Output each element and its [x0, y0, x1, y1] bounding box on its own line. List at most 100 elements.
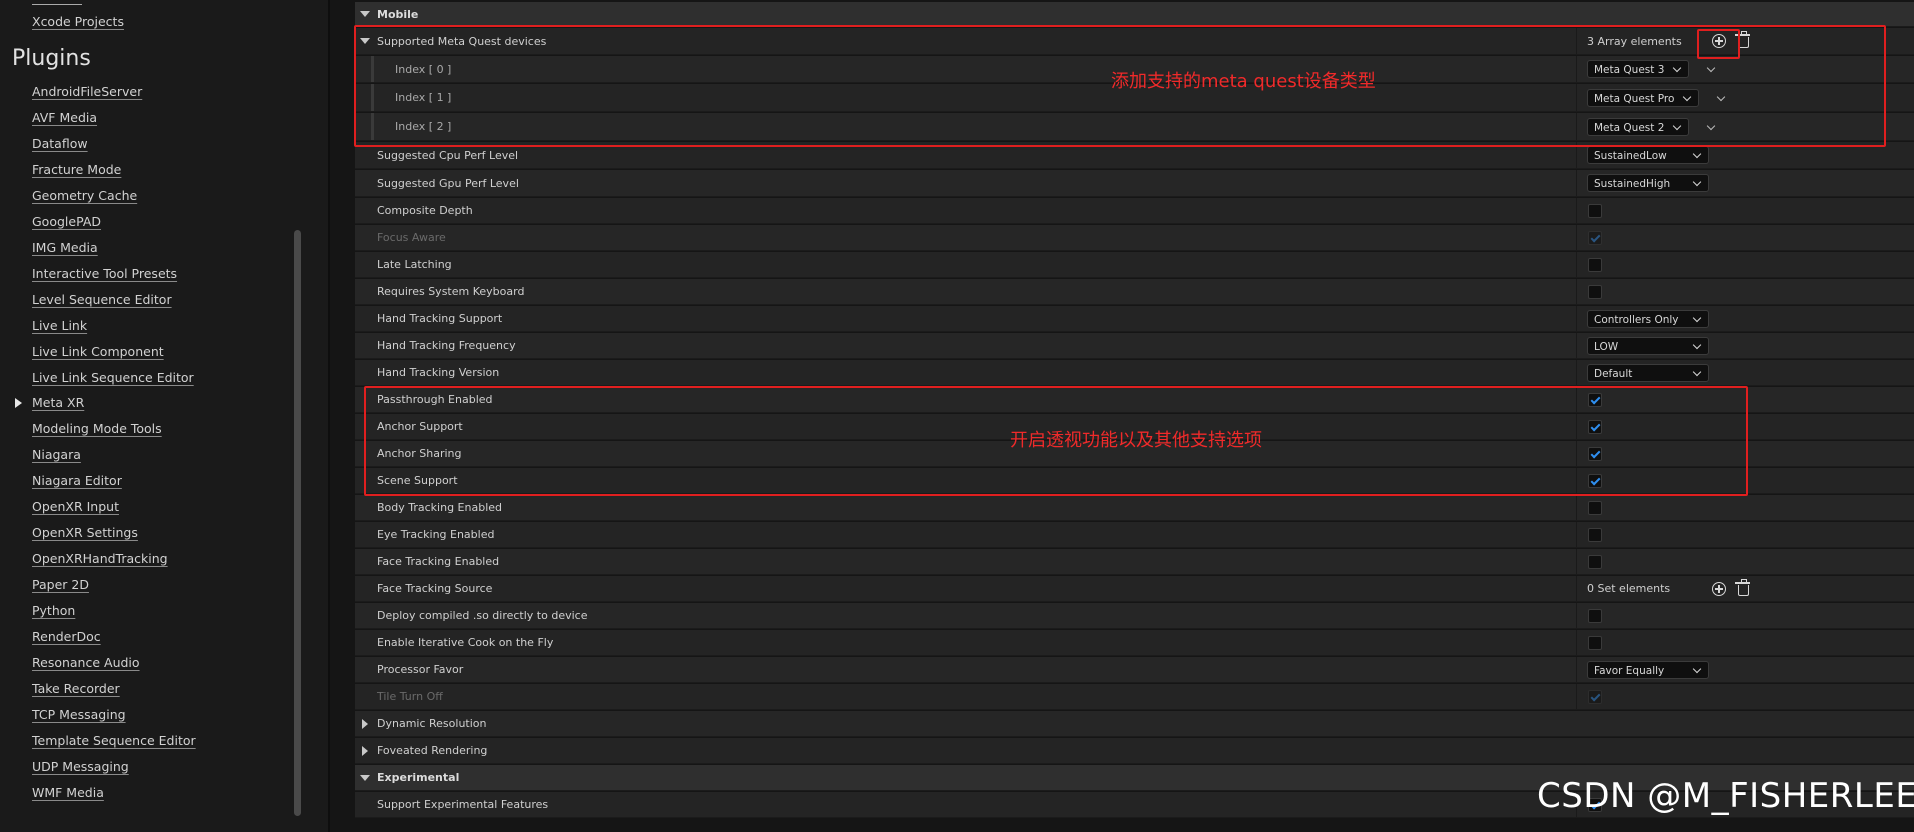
chevron-down-icon	[1692, 664, 1702, 674]
sidebar-item-modeling-mode-tools[interactable]: Modeling Mode Tools	[32, 421, 162, 437]
chevron-down-icon	[1692, 340, 1702, 350]
watermark: CSDN @M_FISHERLEE	[1537, 776, 1914, 816]
sidebar-item-fracture-mode[interactable]: Fracture Mode	[32, 162, 121, 178]
column-divider	[1576, 333, 1577, 358]
eye-tracking-checkbox[interactable]	[1588, 528, 1602, 542]
group-dynamic-resolution[interactable]: Dynamic Resolution	[355, 711, 1914, 737]
row-composite-depth: Composite Depth	[355, 198, 1914, 224]
sidebar-item-openxr-settings[interactable]: OpenXR Settings	[32, 525, 138, 541]
sidebar-item-live-link-component[interactable]: Live Link Component	[32, 344, 164, 360]
sidebar-item-openxrhandtracking[interactable]: OpenXRHandTracking	[32, 551, 168, 567]
section-title: Experimental	[377, 771, 460, 784]
sidebar-item-dataflow[interactable]: Dataflow	[32, 136, 88, 152]
row-label: Support Experimental Features	[377, 798, 549, 811]
sidebar-item-meta-xr[interactable]: Meta XR	[32, 395, 84, 411]
sidebar-item-take-recorder[interactable]: Take Recorder	[32, 681, 120, 697]
row-body-tracking: Body Tracking Enabled	[355, 495, 1914, 521]
sidebar-scrollbar[interactable]	[294, 230, 301, 816]
set-count: 0 Set elements	[1587, 582, 1671, 595]
column-divider	[1576, 252, 1577, 277]
focus-aware-checkbox	[1588, 231, 1602, 245]
sidebar-item-live-link-sequence-editor[interactable]: Live Link Sequence Editor	[32, 370, 194, 386]
sidebar-item-wmf-media[interactable]: WMF Media	[32, 785, 104, 801]
column-divider	[1576, 198, 1577, 223]
face-tracking-checkbox[interactable]	[1588, 555, 1602, 569]
row-gpu-perf: Suggested Gpu Perf Level SustainedHigh	[355, 170, 1914, 197]
section-title: Mobile	[377, 8, 419, 21]
group-foveated-rendering[interactable]: Foveated Rendering	[355, 738, 1914, 764]
cut-off-item	[32, 0, 82, 5]
collapse-arrow-icon[interactable]	[360, 775, 370, 781]
hand-tracking-version-combo[interactable]: Default	[1587, 364, 1709, 382]
column-divider	[1576, 360, 1577, 385]
sidebar-item-udp-messaging[interactable]: UDP Messaging	[32, 759, 129, 775]
chevron-down-icon	[1692, 313, 1702, 323]
processor-favor-combo[interactable]: Favor Equally	[1587, 661, 1709, 679]
hand-tracking-frequency-combo[interactable]: LOW	[1587, 337, 1709, 355]
sidebar-item-renderdoc[interactable]: RenderDoc	[32, 629, 101, 645]
sidebar-item-python[interactable]: Python	[32, 603, 75, 619]
row-deploy-so: Deploy compiled .so directly to device	[355, 603, 1914, 629]
sidebar-item-tcp-messaging[interactable]: TCP Messaging	[32, 707, 126, 723]
sidebar-item-template-sequence-editor[interactable]: Template Sequence Editor	[32, 733, 196, 749]
row-label: Face Tracking Enabled	[377, 555, 500, 568]
row-system-keyboard: Requires System Keyboard	[355, 279, 1914, 305]
sidebar-item-geometry-cache[interactable]: Geometry Cache	[32, 188, 137, 204]
expand-arrow-icon[interactable]	[362, 746, 368, 756]
sidebar-item-niagara-editor[interactable]: Niagara Editor	[32, 473, 122, 489]
combo-value: SustainedLow	[1594, 150, 1667, 162]
sidebar-item-googlepad[interactable]: GooglePAD	[32, 214, 101, 230]
sidebar-item-openxr-input[interactable]: OpenXR Input	[32, 499, 119, 515]
row-label: Face Tracking Source	[377, 582, 493, 595]
sidebar-item-interactive-tool-presets[interactable]: Interactive Tool Presets	[32, 266, 177, 282]
sidebar-item-niagara[interactable]: Niagara	[32, 447, 81, 463]
column-divider	[1576, 495, 1577, 520]
gpu-perf-combo[interactable]: SustainedHigh	[1587, 174, 1709, 192]
column-divider	[1576, 170, 1577, 196]
iterative-cook-checkbox[interactable]	[1588, 636, 1602, 650]
row-label: Processor Favor	[377, 663, 464, 676]
sidebar-item-resonance-audio[interactable]: Resonance Audio	[32, 655, 140, 671]
combo-value: SustainedHigh	[1594, 178, 1671, 190]
section-mobile[interactable]: Mobile	[355, 2, 1914, 27]
composite-depth-checkbox[interactable]	[1588, 204, 1602, 218]
expand-arrow-icon[interactable]	[15, 398, 22, 408]
hand-tracking-support-combo[interactable]: Controllers Only	[1587, 310, 1709, 328]
row-label: Enable Iterative Cook on the Fly	[377, 636, 554, 649]
row-late-latching: Late Latching	[355, 252, 1914, 278]
sidebar-item-paper-2d[interactable]: Paper 2D	[32, 577, 89, 593]
row-hand-tracking-frequency: Hand Tracking Frequency LOW	[355, 333, 1914, 359]
sidebar-item-img-media[interactable]: IMG Media	[32, 240, 98, 256]
deploy-so-checkbox[interactable]	[1588, 609, 1602, 623]
sidebar-item-live-link[interactable]: Live Link	[32, 318, 87, 334]
column-divider	[1576, 306, 1577, 331]
row-label: Suggested Gpu Perf Level	[377, 177, 519, 190]
row-label: Body Tracking Enabled	[377, 501, 503, 514]
column-divider	[1576, 657, 1577, 682]
expand-arrow-icon[interactable]	[362, 719, 368, 729]
add-button-highlight-box	[1697, 29, 1740, 59]
late-latching-checkbox[interactable]	[1588, 258, 1602, 272]
panel-splitter[interactable]	[328, 0, 330, 832]
plugins-heading: Plugins	[12, 46, 91, 71]
row-label: Tile Turn Off	[377, 690, 443, 703]
sidebar-item-avf-media[interactable]: AVF Media	[32, 110, 97, 126]
delete-all-icon[interactable]	[1735, 579, 1750, 596]
chevron-down-icon	[1692, 149, 1702, 159]
passthrough-annotation: 开启透视功能以及其他支持选项	[1010, 430, 1262, 451]
add-element-icon[interactable]	[1712, 582, 1726, 596]
row-processor-favor: Processor Favor Favor Equally	[355, 657, 1914, 683]
system-keyboard-checkbox[interactable]	[1588, 285, 1602, 299]
row-eye-tracking: Eye Tracking Enabled	[355, 522, 1914, 548]
sidebar-item-xcode-projects[interactable]: Xcode Projects	[32, 14, 124, 30]
combo-value: Favor Equally	[1594, 665, 1665, 677]
row-label: Eye Tracking Enabled	[377, 528, 495, 541]
row-hand-tracking-support: Hand Tracking Support Controllers Only	[355, 306, 1914, 332]
column-divider	[1576, 630, 1577, 655]
collapse-arrow-icon[interactable]	[360, 11, 370, 17]
cpu-perf-combo[interactable]: SustainedLow	[1587, 146, 1709, 164]
sidebar-item-level-sequence-editor[interactable]: Level Sequence Editor	[32, 292, 172, 308]
tile-turn-off-checkbox	[1588, 690, 1602, 704]
sidebar-item-androidfileserver[interactable]: AndroidFileServer	[32, 84, 142, 100]
body-tracking-checkbox[interactable]	[1588, 501, 1602, 515]
